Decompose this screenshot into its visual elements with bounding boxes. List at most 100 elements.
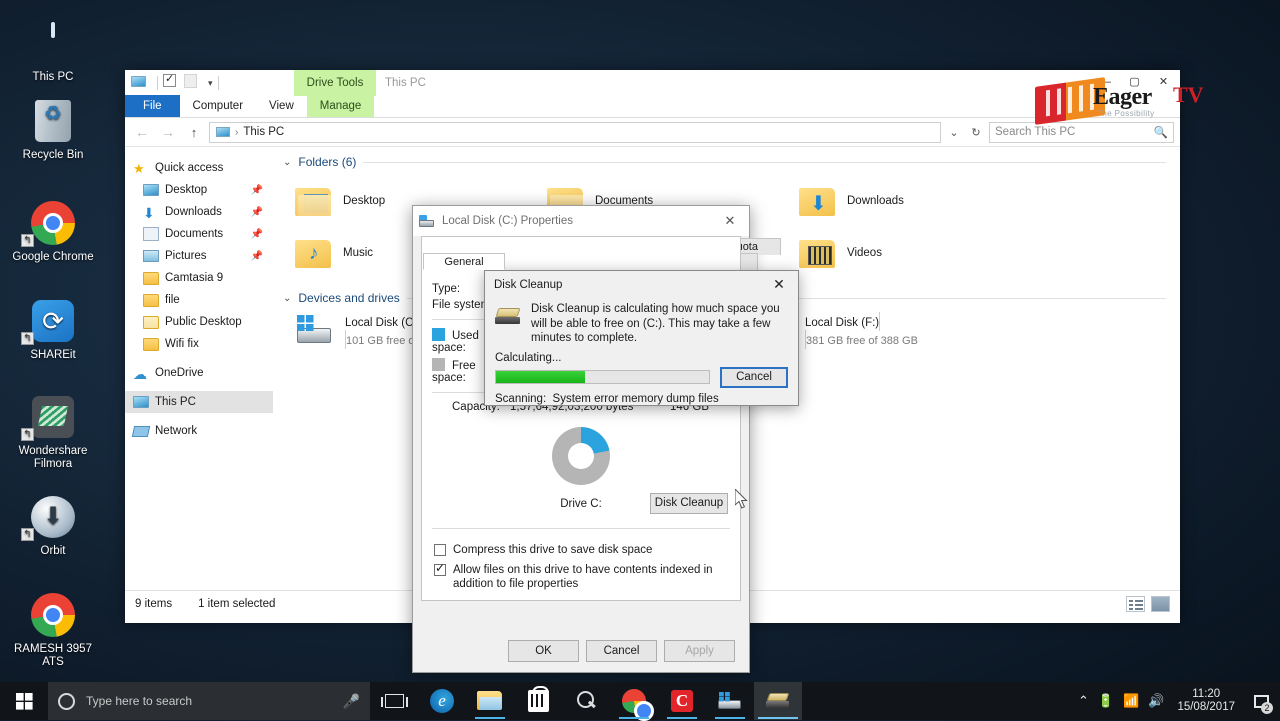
properties-icon[interactable] [131, 74, 149, 92]
system-tray: ⌃ 🔋 📶 🔊 11:20 15/08/2017 2 [1078, 682, 1280, 720]
mouse-cursor [735, 489, 748, 509]
sidebar-item-pictures[interactable]: Pictures 📌 [125, 245, 273, 267]
scanning-target: System error memory dump files [552, 392, 719, 405]
customize-icon[interactable] [184, 74, 202, 92]
desktop-icon-label: Recycle Bin [22, 149, 84, 161]
sidebar-item-onedrive[interactable]: OneDrive [125, 362, 273, 384]
desktop-icon-shareit[interactable]: ↰ SHAREit [5, 296, 101, 362]
drive-label: Local Disk (C:) [345, 317, 421, 329]
sidebar-item-desktop[interactable]: Desktop 📌 [125, 179, 273, 201]
drive-tile-local-disk-f[interactable]: Local Disk (F:) 381 GB free of 388 GB [805, 311, 1057, 369]
tab-computer[interactable]: Computer [180, 95, 257, 117]
drive-label: Drive C: [560, 497, 602, 510]
chevron-down-icon[interactable]: ⌄ [945, 126, 963, 139]
folder-tile-videos[interactable]: Videos [799, 227, 1051, 279]
wifi-icon[interactable]: 📶 [1123, 693, 1139, 709]
windows-logo-icon [15, 692, 33, 710]
tab-manage[interactable]: Manage [306, 95, 375, 117]
large-icons-view-icon[interactable] [1151, 596, 1170, 612]
desktop-icon-ramesh-3957-ats[interactable]: RAMESH 3957 ATS [5, 590, 101, 669]
checkbox-icon[interactable] [434, 544, 446, 556]
chevron-down-icon[interactable]: ⌄ [283, 293, 291, 304]
desktop-icon-wondershare-filmora[interactable]: ↰ Wondershare Filmora [5, 392, 101, 471]
microphone-icon[interactable]: 🎤 [343, 693, 360, 710]
file-explorer-icon[interactable] [466, 682, 514, 720]
search-placeholder: Type here to search [86, 694, 193, 708]
pin-icon[interactable]: 📌 [251, 185, 263, 196]
back-button[interactable]: ← [131, 124, 153, 140]
google-chrome-icon[interactable] [610, 682, 658, 721]
sidebar-item-network[interactable]: Network [125, 420, 273, 442]
drive-free-text: 381 GB free of 388 GB [806, 335, 918, 347]
ok-button[interactable]: OK [508, 640, 579, 662]
sidebar-item-camtasia-9[interactable]: Camtasia 9 [125, 267, 273, 289]
folder-pale-icon [143, 315, 159, 329]
cleanup-title-bar: Disk Cleanup ✕ [485, 271, 798, 298]
search-input[interactable]: Type here to search 🎤 [48, 682, 370, 720]
sidebar-item-public-desktop[interactable]: Public Desktop [125, 311, 273, 333]
apply-button[interactable]: Apply [664, 640, 735, 662]
clock[interactable]: 11:20 15/08/2017 [1173, 688, 1239, 714]
pin-icon[interactable]: 📌 [251, 207, 263, 218]
start-button[interactable] [0, 682, 48, 720]
sidebar-item-downloads[interactable]: Downloads 📌 [125, 201, 273, 223]
dialog-footer: OK Cancel Apply [413, 640, 749, 662]
checkbox-index-contents[interactable]: Allow files on this drive to have conten… [422, 557, 740, 591]
network-icon [131, 425, 151, 437]
battery-icon[interactable]: 🔋 [1098, 693, 1114, 709]
sidebar-item-label: This PC [155, 396, 196, 408]
close-button[interactable]: ✕ [717, 213, 743, 229]
capacity-donut-chart [422, 427, 740, 485]
documents-icon [143, 227, 159, 241]
sidebar-item-documents[interactable]: Documents 📌 [125, 223, 273, 245]
search-magnifier-icon[interactable] [562, 682, 610, 720]
desktop-icon-this-pc[interactable]: This PC [5, 18, 101, 84]
chevron-down-icon[interactable]: ▾ [208, 78, 213, 89]
tab-view[interactable]: View [256, 95, 307, 117]
cancel-button[interactable]: Cancel [586, 640, 657, 662]
desktop-icon-recycle-bin[interactable]: Recycle Bin [5, 96, 101, 162]
disk-cleanup-button[interactable]: Disk Cleanup [650, 493, 728, 514]
explorer-title-bar: ▾ Drive Tools This PC — ▢ ✕ [125, 70, 1180, 96]
tab-file[interactable]: File [125, 95, 180, 117]
sidebar-item-file[interactable]: file [125, 289, 273, 311]
disk-cleanup-icon[interactable] [754, 682, 802, 720]
checkbox-compress-drive[interactable]: Compress this drive to save disk space [422, 537, 740, 557]
tab-general[interactable]: General [423, 253, 505, 270]
chevron-down-icon[interactable]: ⌄ [283, 157, 291, 168]
cancel-button[interactable]: Cancel [720, 366, 788, 388]
microsoft-store-icon[interactable] [514, 682, 562, 720]
sidebar-item-quick-access[interactable]: Quick access [125, 157, 273, 179]
checkbox-icon[interactable] [434, 561, 446, 576]
drive-properties-icon[interactable] [706, 682, 754, 720]
camtasia-icon[interactable]: C [658, 682, 706, 720]
tile-label: Music [343, 247, 374, 259]
wondershare-filmora-icon: ↰ [5, 392, 101, 442]
microsoft-edge-icon[interactable]: e [418, 682, 466, 720]
cleanup-scanning-text: Scanning: System error memory dump files [485, 388, 798, 405]
drive-icon [295, 315, 335, 347]
sidebar-item-label: Network [155, 425, 198, 437]
sidebar-item-this-pc[interactable]: This PC [125, 391, 273, 413]
eagertv-watermark: Eager TV The Possibility [1035, 77, 1204, 126]
desktop-icon-orbit[interactable]: ↰ Orbit [5, 492, 101, 558]
new-folder-icon[interactable] [163, 72, 181, 92]
chevron-up-icon[interactable]: ⌃ [1078, 693, 1089, 709]
breadcrumb[interactable]: › This PC [209, 121, 941, 143]
group-header-folders[interactable]: ⌄ Folders (6) [273, 147, 1180, 171]
up-button[interactable]: ↑ [183, 125, 205, 140]
sidebar-item-wifi-fix[interactable]: Wifi fix [125, 333, 273, 355]
details-view-icon[interactable] [1126, 596, 1145, 612]
pin-icon[interactable]: 📌 [251, 251, 263, 262]
refresh-icon[interactable]: ↻ [967, 126, 985, 139]
drive-label: Local Disk (F:) [805, 317, 880, 329]
desktop-icon-google-chrome[interactable]: ↰ Google Chrome [5, 198, 101, 264]
task-view-icon[interactable] [370, 682, 418, 720]
dialog-title: Disk Cleanup [494, 278, 563, 291]
forward-button[interactable]: → [157, 124, 179, 140]
notification-center-icon[interactable]: 2 [1248, 682, 1274, 720]
pin-icon[interactable]: 📌 [251, 229, 263, 240]
close-button[interactable]: ✕ [764, 276, 794, 293]
volume-icon[interactable]: 🔊 [1148, 693, 1164, 709]
folder-tile-downloads[interactable]: Downloads [799, 175, 1051, 227]
